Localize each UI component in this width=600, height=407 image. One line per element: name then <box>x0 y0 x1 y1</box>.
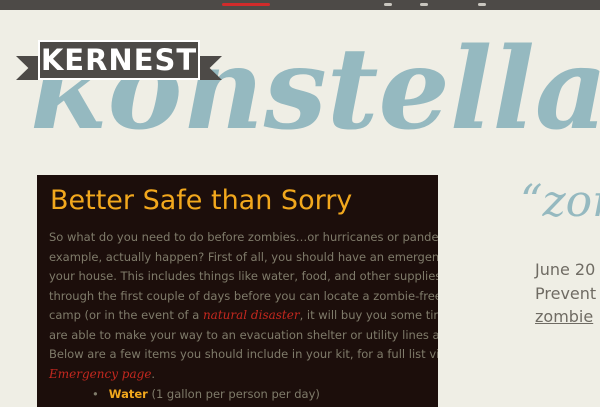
post-line-with-link: Emergency page. <box>49 365 438 385</box>
post-line: example, actually happen? First of all, … <box>49 249 438 264</box>
natural-disaster-link[interactable]: natural disaster <box>203 308 300 322</box>
post-text: camp (or in the event of a <box>49 308 203 322</box>
top-navigation-bar <box>0 0 600 10</box>
nav-item-hint[interactable] <box>420 3 428 6</box>
kit-list-item: • Water (1 gallon per person per day) <box>92 387 320 401</box>
sidebar-date: June 20 <box>535 260 596 279</box>
sidebar-tag-link[interactable]: zombie <box>535 307 593 326</box>
logo-badge: KERNEST <box>38 40 200 80</box>
post-line: your house. This includes things like wa… <box>49 269 438 283</box>
post-line: are able to make your way to an evacuati… <box>49 327 438 342</box>
sidebar-quote-title[interactable]: “zom <box>520 180 600 224</box>
active-nav-indicator[interactable] <box>222 3 270 6</box>
post-line: through the first couple of days before … <box>49 288 438 303</box>
blog-post-card: Better Safe than Sorry So what do you ne… <box>37 175 438 407</box>
page: konstellation KERNEST Better Safe than S… <box>0 0 600 407</box>
nav-item-hint[interactable] <box>478 3 486 6</box>
list-item-title: Water <box>108 387 148 401</box>
site-logo[interactable]: KERNEST <box>16 40 222 88</box>
post-body: So what do you need to do before zombies… <box>49 228 438 384</box>
post-line: Below are a few items you should include… <box>49 347 438 361</box>
bullet-icon: • <box>92 387 99 401</box>
logo-text: KERNEST <box>40 42 198 77</box>
list-item-text: (1 gallon per person per day) <box>147 387 320 401</box>
emergency-page-link[interactable]: Emergency page <box>49 367 151 381</box>
post-text: , it will buy you some time <box>299 308 438 322</box>
post-line-with-link: camp (or in the event of a natural disas… <box>49 306 438 326</box>
nav-item-hint[interactable] <box>384 3 392 6</box>
post-line: So what do you need to do before zombies… <box>49 230 438 244</box>
post-text: . <box>151 366 156 381</box>
post-title[interactable]: Better Safe than Sorry <box>50 185 352 216</box>
sidebar-category: Prevent <box>535 284 597 303</box>
